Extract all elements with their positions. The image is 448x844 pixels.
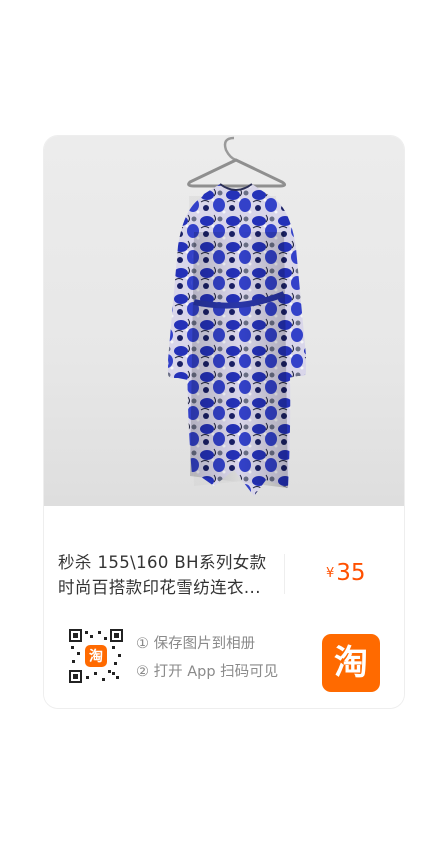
divider	[284, 554, 285, 594]
qr-badge-label: 淘	[89, 648, 103, 665]
price-value: 35	[336, 560, 366, 586]
product-info: 秒杀 155\160 BH系列女款 时尚百搭款印花雪纺连衣... ¥35 淘 ①…	[44, 506, 404, 708]
share-instructions: ① 保存图片到相册 ② 打开 App 扫码可见	[136, 630, 278, 686]
product-price: ¥35	[326, 560, 366, 586]
step-open-app: ② 打开 App 扫码可见	[136, 664, 279, 680]
currency-symbol: ¥	[326, 566, 335, 581]
product-title[interactable]: 秒杀 155\160 BH系列女款 时尚百搭款印花雪纺连衣...	[58, 550, 284, 600]
product-title-line2: 时尚百搭款印花雪纺连衣...	[58, 578, 261, 597]
qr-code-icon[interactable]: 淘	[68, 628, 124, 684]
product-photo[interactable]	[44, 136, 404, 506]
product-title-line1: 秒杀 155\160 BH系列女款	[58, 553, 267, 572]
taobao-app-icon[interactable]: 淘	[322, 634, 380, 692]
dress-illustration	[168, 136, 306, 496]
share-card: 秒杀 155\160 BH系列女款 时尚百搭款印花雪纺连衣... ¥35 淘 ①…	[44, 136, 404, 708]
step-save-image: ① 保存图片到相册	[136, 636, 256, 652]
